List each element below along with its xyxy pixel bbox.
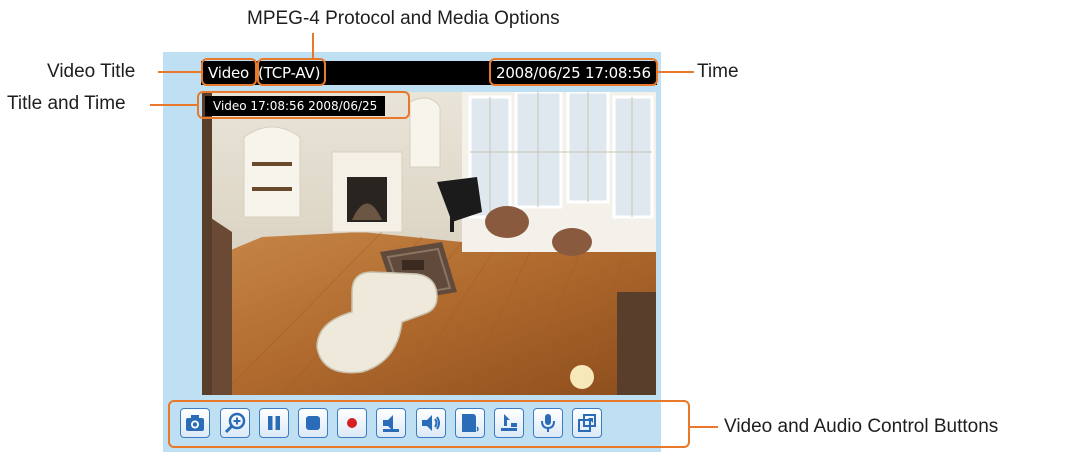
video-frame-image bbox=[202, 92, 656, 395]
video-title-highlight bbox=[201, 58, 257, 86]
annotation-mpeg4-label: MPEG-4 Protocol and Media Options bbox=[247, 8, 560, 29]
annotation-controls-label: Video and Audio Control Buttons bbox=[724, 416, 999, 437]
annotation-video-title-label: Video Title bbox=[47, 61, 136, 82]
connector-controls bbox=[690, 426, 718, 428]
annotation-title-and-time-label: Title and Time bbox=[7, 93, 126, 114]
time-highlight bbox=[489, 58, 658, 86]
title-time-overlay-highlight bbox=[197, 91, 410, 119]
annotation-time-label: Time bbox=[697, 61, 739, 82]
connector-time bbox=[658, 71, 694, 73]
connector-title-and-time bbox=[150, 104, 197, 106]
connector-video-title bbox=[158, 71, 201, 73]
protocol-highlight bbox=[257, 58, 326, 86]
live-video-view[interactable] bbox=[202, 92, 656, 395]
control-buttons-highlight bbox=[168, 400, 690, 448]
connector-mpeg4-vertical bbox=[312, 33, 314, 59]
